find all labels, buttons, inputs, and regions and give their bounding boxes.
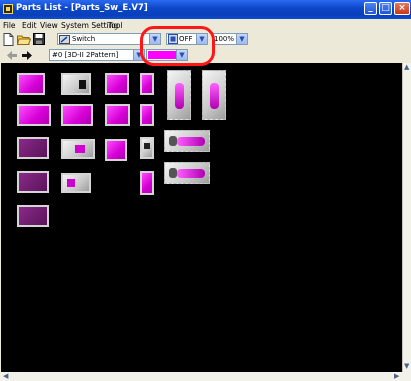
title-bar: Parts List - [Parts_Sw_E.V7] _ □ ×	[0, 0, 411, 19]
save-icon[interactable]	[33, 33, 45, 45]
pattern-value: #0 [3D-II 2Pattern]	[52, 51, 119, 59]
zoom-select[interactable]: 100% ▼	[212, 33, 248, 45]
scroll-right-icon[interactable]: ▶	[394, 372, 399, 380]
highlight-oval	[140, 26, 215, 66]
part-type-value: Switch	[72, 35, 96, 43]
parts-list-window: Parts List - [Parts_Sw_E.V7] _ □ × File …	[0, 0, 411, 381]
switch-part[interactable]	[140, 104, 154, 126]
minimize-button[interactable]: _	[364, 2, 377, 15]
scroll-left-icon[interactable]: ◀	[3, 372, 8, 380]
switch-part[interactable]	[105, 73, 129, 95]
pattern-select[interactable]: #0 [3D-II 2Pattern] ▼	[49, 49, 145, 61]
switch-part[interactable]	[105, 104, 130, 126]
switch-part[interactable]	[61, 139, 95, 159]
menu-tool[interactable]: Tool	[108, 21, 123, 30]
switch-part[interactable]	[140, 73, 154, 95]
switch-part[interactable]	[140, 137, 154, 159]
switch-part[interactable]	[164, 130, 210, 152]
forward-arrow-icon[interactable]	[22, 51, 32, 60]
menu-view[interactable]: View	[40, 21, 58, 30]
switch-part[interactable]	[202, 70, 226, 120]
horizontal-scrollbar[interactable]: ◀ ▶	[0, 372, 411, 381]
switch-part[interactable]	[61, 173, 91, 193]
open-folder-icon[interactable]	[17, 33, 31, 46]
maximize-button[interactable]: □	[379, 2, 392, 15]
switch-part[interactable]	[61, 73, 91, 95]
switch-part[interactable]	[61, 104, 93, 126]
new-file-icon[interactable]	[3, 33, 14, 46]
switch-part[interactable]	[164, 162, 210, 184]
close-button[interactable]: ×	[394, 2, 410, 15]
menu-edit[interactable]: Edit	[22, 21, 37, 30]
switch-part[interactable]	[140, 171, 154, 195]
vertical-scrollbar[interactable]: ▲ ▼	[402, 63, 411, 372]
zoom-value: 100%	[214, 35, 235, 43]
scroll-down-icon[interactable]: ▼	[404, 362, 409, 370]
scroll-up-icon[interactable]: ▲	[404, 63, 409, 71]
switch-part[interactable]	[105, 139, 127, 161]
switch-type-icon	[59, 35, 70, 44]
switch-part[interactable]	[167, 70, 191, 120]
app-icon	[3, 4, 13, 14]
switch-part[interactable]	[17, 104, 51, 126]
chevron-down-icon[interactable]: ▼	[236, 34, 247, 44]
parts-canvas	[1, 63, 402, 372]
window-title: Parts List - [Parts_Sw_E.V7]	[16, 3, 148, 13]
switch-part[interactable]	[17, 137, 49, 159]
switch-part[interactable]	[17, 73, 45, 95]
menu-file[interactable]: File	[3, 21, 16, 30]
switch-part[interactable]	[17, 171, 49, 193]
back-arrow-icon[interactable]	[7, 51, 17, 60]
switch-part[interactable]	[17, 205, 49, 227]
